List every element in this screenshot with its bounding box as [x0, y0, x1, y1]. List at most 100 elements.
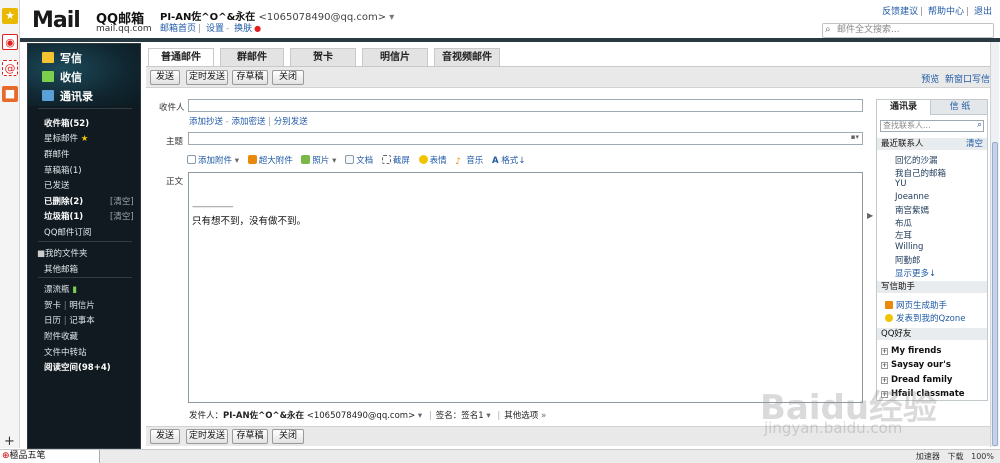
collapse-panel-icon[interactable]: ▶ [867, 211, 873, 220]
send-button-bottom[interactable]: 发送 [150, 429, 180, 444]
add-attachment-button[interactable]: 添加附件 ▾ [187, 155, 239, 166]
clear-spam-link[interactable]: [清空] [110, 210, 134, 222]
timed-send-button[interactable]: 定时发送 [186, 70, 228, 85]
sidebar-item-attachments[interactable]: 附件收藏 [44, 330, 78, 342]
sidebar-item-drafts[interactable]: 草稿箱(1) [44, 164, 82, 176]
preview-link[interactable]: 预览 [921, 75, 939, 85]
sidebar-item-group[interactable]: 群邮件 [44, 148, 70, 160]
contact-item[interactable]: 我自己的邮箱 [895, 167, 946, 179]
helper-item-qzone[interactable]: 发表到我的Qzone [885, 312, 965, 324]
new-window-link[interactable]: 新窗口写信 [945, 75, 990, 85]
close-button[interactable]: 关闭 [272, 70, 304, 85]
friend-group[interactable]: + Saysay our's [881, 360, 951, 370]
emoji-button[interactable]: 表情 [418, 155, 447, 166]
other-options-link[interactable]: 其他选项 [504, 411, 538, 421]
priority-icon[interactable]: ▪▾ [851, 133, 859, 141]
sidebar-item-reading-space[interactable]: 阅读空间(98+4) [44, 361, 111, 373]
postcards-label[interactable]: 明信片 [69, 301, 95, 311]
tab-card[interactable]: 贺卡 [290, 48, 356, 66]
signature-select[interactable]: 签名：签名1 [436, 411, 484, 421]
sidebar-item-deleted[interactable]: 已删除(2) [清空] [44, 195, 134, 207]
tab-av-mail[interactable]: 音视频邮件 [434, 48, 500, 66]
sidebar-item-starred[interactable]: 星标邮件 ★ [44, 132, 88, 144]
sidebar-item-inbox[interactable]: 收件箱(52) [44, 117, 89, 129]
sidebar-item-other-mailbox[interactable]: 其他邮箱 [44, 263, 78, 275]
link-home[interactable]: 邮箱首页 [160, 24, 196, 34]
sidebar-item-cards[interactable]: 贺卡 | 明信片 [44, 299, 95, 311]
contact-item[interactable]: 左耳 [895, 229, 912, 241]
chevron-down-icon[interactable]: ▾ [486, 411, 490, 421]
expand-icon[interactable]: + [881, 362, 888, 369]
helper-item-webpage[interactable]: 网页生成助手 [885, 299, 947, 311]
save-draft-button-bottom[interactable]: 存草稿 [232, 429, 268, 444]
screenshot-button[interactable]: 截屏 [381, 155, 410, 166]
photo-button[interactable]: 照片 ▾ [301, 155, 336, 166]
scrollbar-thumb[interactable] [992, 142, 998, 446]
accelerator-item[interactable]: 加速器 [916, 452, 940, 461]
zoom-level[interactable]: 100% [971, 452, 994, 461]
save-draft-button[interactable]: 存草稿 [232, 70, 268, 85]
sidebar-item-calendar[interactable]: 日历 | 记事本 [44, 314, 95, 326]
clear-recent-link[interactable]: 清空 [966, 138, 983, 150]
add-icon[interactable]: + [4, 434, 15, 449]
to-input[interactable] [188, 99, 863, 112]
notes-label[interactable]: 记事本 [69, 316, 95, 326]
sidebar-item-file-transfer[interactable]: 文件中转站 [44, 346, 87, 358]
contact-search-input[interactable]: 查找联系人... ⌕ [880, 120, 984, 132]
receive-button[interactable]: 收信 [42, 69, 82, 85]
add-cc-link[interactable]: 添加抄送 [189, 117, 223, 127]
sidebar-item-my-folders[interactable]: ■我的文件夹 [37, 247, 88, 259]
subject-input[interactable]: ▪▾ [188, 132, 863, 145]
page-scrollbar[interactable] [990, 42, 999, 447]
contact-item[interactable]: 南宫紫嫣 [895, 204, 929, 216]
send-button[interactable]: 发送 [150, 70, 180, 85]
chevron-down-icon[interactable]: ▾ [418, 411, 422, 421]
tab-contacts[interactable]: 通讯录 [877, 100, 931, 115]
body-editor[interactable]: ------------------ 只有想不到，没有做不到。 [188, 172, 863, 403]
contact-item[interactable]: Willing [895, 242, 923, 252]
show-more-link[interactable]: 显示更多↓ [895, 267, 936, 279]
cards-label[interactable]: 贺卡 [44, 301, 61, 311]
sidebar-item-drift-bottle[interactable]: 漂流瓶 ▮ [44, 283, 77, 295]
double-chevron-icon[interactable]: » [541, 411, 546, 421]
contact-item[interactable]: 阿勤郎 [895, 254, 921, 266]
tab-stationery[interactable]: 信 纸 [931, 100, 987, 115]
search-input[interactable]: ⌕ 邮件全文搜索... [822, 23, 994, 38]
contact-item[interactable]: Joeanne [895, 192, 929, 202]
music-button[interactable]: ♪ 音乐 [455, 156, 483, 167]
friend-group[interactable]: + My firends [881, 346, 941, 356]
contact-item[interactable]: YU [895, 179, 906, 189]
contact-item[interactable]: 回忆的沙漏 [895, 154, 938, 166]
separate-send-link[interactable]: 分别发送 [274, 117, 308, 127]
timed-send-button-bottom[interactable]: 定时发送 [186, 429, 228, 444]
sidebar-item-sent[interactable]: 已发送 [44, 179, 70, 191]
link-skin[interactable]: 换肤 [234, 24, 252, 34]
tab-normal-mail[interactable]: 普通邮件 [148, 48, 214, 66]
close-button-bottom[interactable]: 关闭 [272, 429, 304, 444]
document-button[interactable]: 文档 [345, 155, 373, 166]
link-settings[interactable]: 设置 [206, 24, 224, 34]
contact-item[interactable]: 布瓜 [895, 217, 912, 229]
link-help[interactable]: 帮助中心 [928, 7, 964, 17]
sender-name[interactable]: PI-AN佐^O^&永在 [223, 411, 304, 421]
download-item[interactable]: 下载 [947, 452, 963, 461]
gift-icon[interactable]: ■ [2, 86, 18, 102]
search-icon[interactable]: ⌕ [977, 120, 982, 130]
large-attachment-button[interactable]: 超大附件 [247, 155, 293, 166]
clear-deleted-link[interactable]: [清空] [110, 195, 134, 207]
mail-at-icon[interactable]: @ [2, 60, 18, 76]
weibo-icon[interactable]: ◉ [2, 34, 18, 50]
write-button[interactable]: 写信 [42, 50, 82, 66]
logo[interactable]: Mail [32, 8, 81, 33]
sender-email[interactable]: <1065078490@qq.com> [307, 411, 415, 421]
star-icon[interactable]: ★ [2, 8, 18, 24]
expand-icon[interactable]: + [881, 348, 888, 355]
contacts-button[interactable]: 通讯录 [42, 88, 93, 104]
tab-postcard[interactable]: 明信片 [362, 48, 428, 66]
chevron-down-icon[interactable]: ▾ [389, 12, 394, 23]
link-logout[interactable]: 退出 [974, 7, 992, 17]
link-feedback[interactable]: 反馈建议 [882, 7, 918, 17]
calendar-label[interactable]: 日历 [44, 316, 61, 326]
sidebar-item-subscriptions[interactable]: QQ邮件订阅 [44, 226, 91, 238]
add-bcc-link[interactable]: 添加密送 [232, 117, 266, 127]
